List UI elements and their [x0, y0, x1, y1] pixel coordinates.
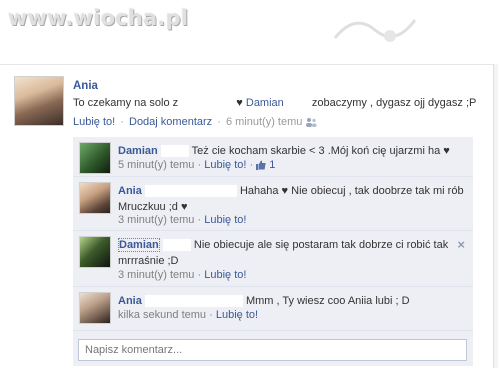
comment-body: Damian Też cie kocham skarbie < 3 .Mój k…	[118, 143, 466, 159]
watermark-logo: www.wiocha.pl	[8, 6, 189, 30]
thumbs-up-icon[interactable]	[256, 160, 266, 171]
comment-item: Damian Też cie kocham skarbie < 3 .Mój k…	[73, 137, 473, 177]
comment-meta: kilka sekund temu · Lubię to!	[118, 309, 259, 321]
post-text-before: To czekamy na solo z	[73, 97, 179, 109]
comment-item: Ania Mmm , Ty wiesz coo Aniia lubi ; D k…	[73, 287, 473, 331]
commenter-avatar[interactable]	[79, 236, 111, 268]
redacted-block	[181, 97, 234, 110]
commenter-avatar[interactable]	[79, 142, 111, 174]
redacted-block	[162, 239, 191, 252]
comment-meta: 3 minut(y) temu · Lubię to!	[118, 214, 247, 226]
comment-author[interactable]: Damian	[118, 238, 160, 252]
author-avatar[interactable]	[14, 76, 64, 126]
comment-time: 3 minut(y) temu	[118, 269, 195, 281]
comment-author[interactable]: Ania	[118, 295, 142, 307]
redacted-block	[144, 185, 237, 198]
comment-meta: 5 minut(y) temu · Lubię to! · 1	[118, 159, 276, 171]
people-icon	[305, 116, 317, 128]
comment-body: Damian Nie obiecuje ale się postaram tak…	[118, 237, 466, 269]
faded-background-graphic	[333, 19, 417, 42]
like-count[interactable]: 1	[269, 159, 275, 171]
comment-body: Ania Hahaha ♥ Nie obiecuj , tak doobrze …	[118, 183, 466, 215]
redacted-block	[286, 97, 309, 110]
comment-time: 5 minut(y) temu	[118, 159, 195, 171]
comment-item: Ania Hahaha ♥ Nie obiecuj , tak doobrze …	[73, 177, 473, 231]
comment-input-placeholder: Napisz komentarz...	[85, 344, 183, 356]
close-icon[interactable]: ×	[457, 237, 465, 252]
post-author[interactable]: Ania	[73, 80, 98, 92]
mention-link[interactable]: Damian	[246, 97, 284, 109]
post-text: To czekamy na solo z ♥ Damian zobaczymy …	[73, 97, 488, 110]
top-divider	[0, 64, 498, 65]
commenter-avatar[interactable]	[79, 182, 111, 214]
comment-time: kilka sekund temu	[118, 309, 207, 321]
add-comment-link[interactable]: Dodaj komentarz	[129, 116, 212, 128]
comment-like-link[interactable]: Lubię to!	[204, 269, 246, 281]
scrollbar[interactable]	[493, 64, 498, 368]
comment-meta: 3 minut(y) temu · Lubię to!	[118, 269, 247, 281]
commenter-avatar[interactable]	[79, 292, 111, 324]
comment-text: Mmm , Ty wiesz coo Aniia lubi ; D	[245, 295, 410, 307]
comment-like-link[interactable]: Lubię to!	[204, 214, 246, 226]
comment-like-link[interactable]: Lubię to!	[216, 309, 258, 321]
comment-time: 3 minut(y) temu	[118, 214, 195, 226]
comment-like-link[interactable]: Lubię to!	[204, 159, 246, 171]
comment-text: Też cie kocham skarbie < 3 .Mój koń cię …	[191, 145, 450, 157]
comment-author[interactable]: Damian	[118, 145, 158, 157]
comment-body: Ania Mmm , Ty wiesz coo Aniia lubi ; D	[118, 293, 466, 309]
watermark-bar: www.wiocha.pl	[0, 0, 498, 58]
post-actions: Lubię to! · Dodaj komentarz · 6 minut(y)…	[73, 116, 317, 128]
comments-list: Damian Też cie kocham skarbie < 3 .Mój k…	[73, 137, 473, 366]
post-text-after: zobaczymy , dygasz ojj dygasz ;P	[311, 97, 477, 109]
heart-symbol: ♥	[236, 97, 243, 109]
redacted-block	[160, 145, 189, 158]
comment-input[interactable]: Napisz komentarz...	[78, 339, 467, 361]
comment-author[interactable]: Ania	[118, 185, 142, 197]
redacted-block	[144, 295, 243, 308]
comment-item: Damian Nie obiecuje ale się postaram tak…	[73, 231, 473, 287]
post-time: 6 minut(y) temu	[225, 116, 303, 128]
like-link[interactable]: Lubię to!	[73, 116, 115, 128]
